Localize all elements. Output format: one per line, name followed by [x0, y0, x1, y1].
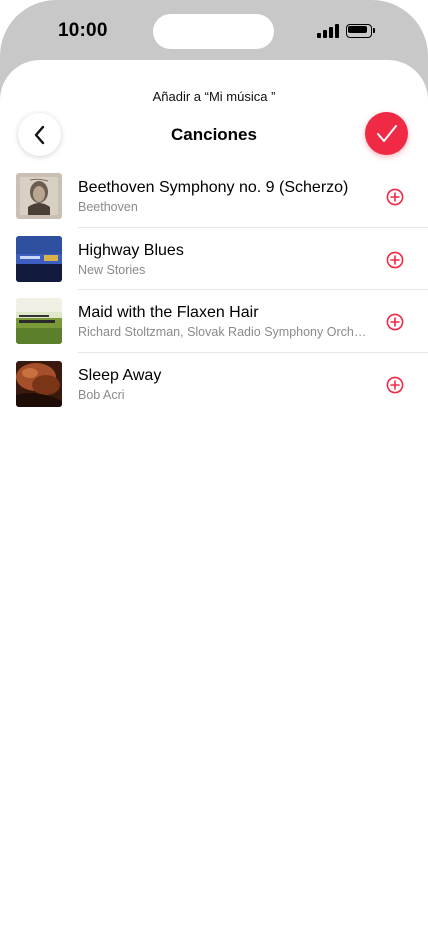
plus-circle-icon	[386, 313, 404, 331]
page-title: Canciones	[171, 125, 257, 144]
add-song-button[interactable]	[384, 249, 406, 271]
done-button[interactable]	[365, 112, 408, 155]
song-title: Highway Blues	[78, 241, 184, 259]
add-song-button[interactable]	[384, 311, 406, 333]
song-title: Beethoven Symphony no. 9 (Scherzo)	[78, 179, 349, 196]
song-row[interactable]: Highway Blues New Stories	[0, 228, 428, 290]
checkmark-icon	[376, 124, 397, 142]
song-row[interactable]: Maid with the Flaxen Hair Richard Stoltz…	[0, 290, 428, 353]
song-list: Beethoven Symphony no. 9 (Scherzo) Beeth…	[0, 165, 428, 415]
add-song-button[interactable]	[384, 374, 406, 396]
cellular-signal-icon	[317, 24, 339, 38]
song-artist: New Stories	[78, 262, 146, 277]
phone-frame: 10:00 Añadir a “Mi música ” Canciones Be…	[0, 0, 428, 929]
plus-circle-icon	[386, 376, 404, 393]
song-row[interactable]: Sleep Away Bob Acri	[0, 353, 428, 416]
album-art	[16, 298, 62, 344]
album-art	[16, 235, 62, 282]
battery-icon	[346, 24, 376, 38]
status-time: 10:00	[58, 20, 108, 41]
album-art	[16, 360, 62, 407]
song-artist: Richard Stoltzman, Slovak Radio Symphony…	[78, 325, 368, 339]
add-song-button[interactable]	[384, 186, 406, 208]
plus-circle-icon	[386, 251, 404, 268]
status-bar: 10:00	[0, 0, 428, 62]
sheet-subtitle: Añadir a “Mi música ”	[152, 89, 276, 104]
song-title: Sleep Away	[78, 366, 162, 384]
plus-circle-icon	[386, 188, 404, 206]
song-artist: Beethoven	[78, 200, 138, 214]
song-row[interactable]: Beethoven Symphony no. 9 (Scherzo) Beeth…	[0, 165, 428, 228]
song-artist: Bob Acri	[78, 387, 125, 402]
album-art	[16, 173, 62, 219]
add-songs-sheet: Añadir a “Mi música ” Canciones Beethove…	[0, 60, 428, 929]
dynamic-island	[153, 14, 274, 49]
song-title: Maid with the Flaxen Hair	[78, 304, 259, 321]
